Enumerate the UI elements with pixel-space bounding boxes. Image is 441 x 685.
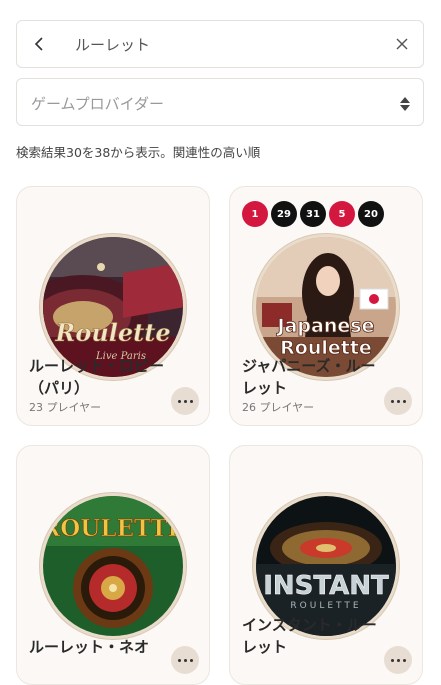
- sort-arrows-icon: [400, 97, 410, 111]
- more-options-button[interactable]: [171, 387, 199, 415]
- game-name: ルーレット・ロビー（パリ）: [29, 357, 165, 397]
- game-logo-text: Roulette: [54, 318, 170, 347]
- more-options-button[interactable]: [384, 646, 412, 674]
- game-name: ジャパニーズ・ルーレット: [242, 357, 376, 397]
- game-logo-text: Japanese: [276, 315, 375, 337]
- game-card[interactable]: 1 29 31 5 20 Japanese Roulette ジャパニーズ・ルー…: [229, 186, 423, 426]
- results-summary: 検索結果30を38から表示。関連性の高い順: [16, 145, 261, 160]
- game-logo-subtext: ROULETTE: [290, 601, 361, 611]
- game-name: ルーレット・ネオ: [29, 638, 150, 656]
- more-options-button[interactable]: [171, 646, 199, 674]
- recent-number-ball: 20: [358, 201, 384, 227]
- game-thumbnail: ROULETTE: [43, 496, 183, 636]
- game-card[interactable]: Roulette Live Paris ルーレット・ロビー（パリ） 23 プレイ…: [16, 186, 210, 426]
- game-logo-text: INSTANT: [263, 571, 389, 601]
- game-provider-label: ゲームプロバイダー: [31, 95, 165, 113]
- player-count: 26 プレイヤー: [242, 401, 315, 414]
- more-options-button[interactable]: [384, 387, 412, 415]
- game-card[interactable]: INSTANT ROULETTE インスタント・ルーレット: [229, 445, 423, 685]
- recent-numbers: 1 29 31 5 20: [242, 201, 384, 227]
- search-input[interactable]: [75, 33, 375, 55]
- game-card[interactable]: ROULETTE ルーレット・ネオ: [16, 445, 210, 685]
- back-arrow-icon[interactable]: [29, 34, 49, 54]
- player-count: 23 プレイヤー: [29, 401, 102, 414]
- game-provider-select[interactable]: ゲームプロバイダー: [16, 78, 424, 126]
- recent-number-ball: 29: [271, 201, 297, 227]
- recent-number-ball: 31: [300, 201, 326, 227]
- recent-number-ball: 1: [242, 201, 268, 227]
- recent-number-ball: 5: [329, 201, 355, 227]
- clear-icon[interactable]: [395, 37, 409, 51]
- game-logo-text: ROULETTE: [43, 515, 183, 542]
- game-name: インスタント・ルーレット: [242, 616, 377, 656]
- search-bar: [16, 20, 424, 68]
